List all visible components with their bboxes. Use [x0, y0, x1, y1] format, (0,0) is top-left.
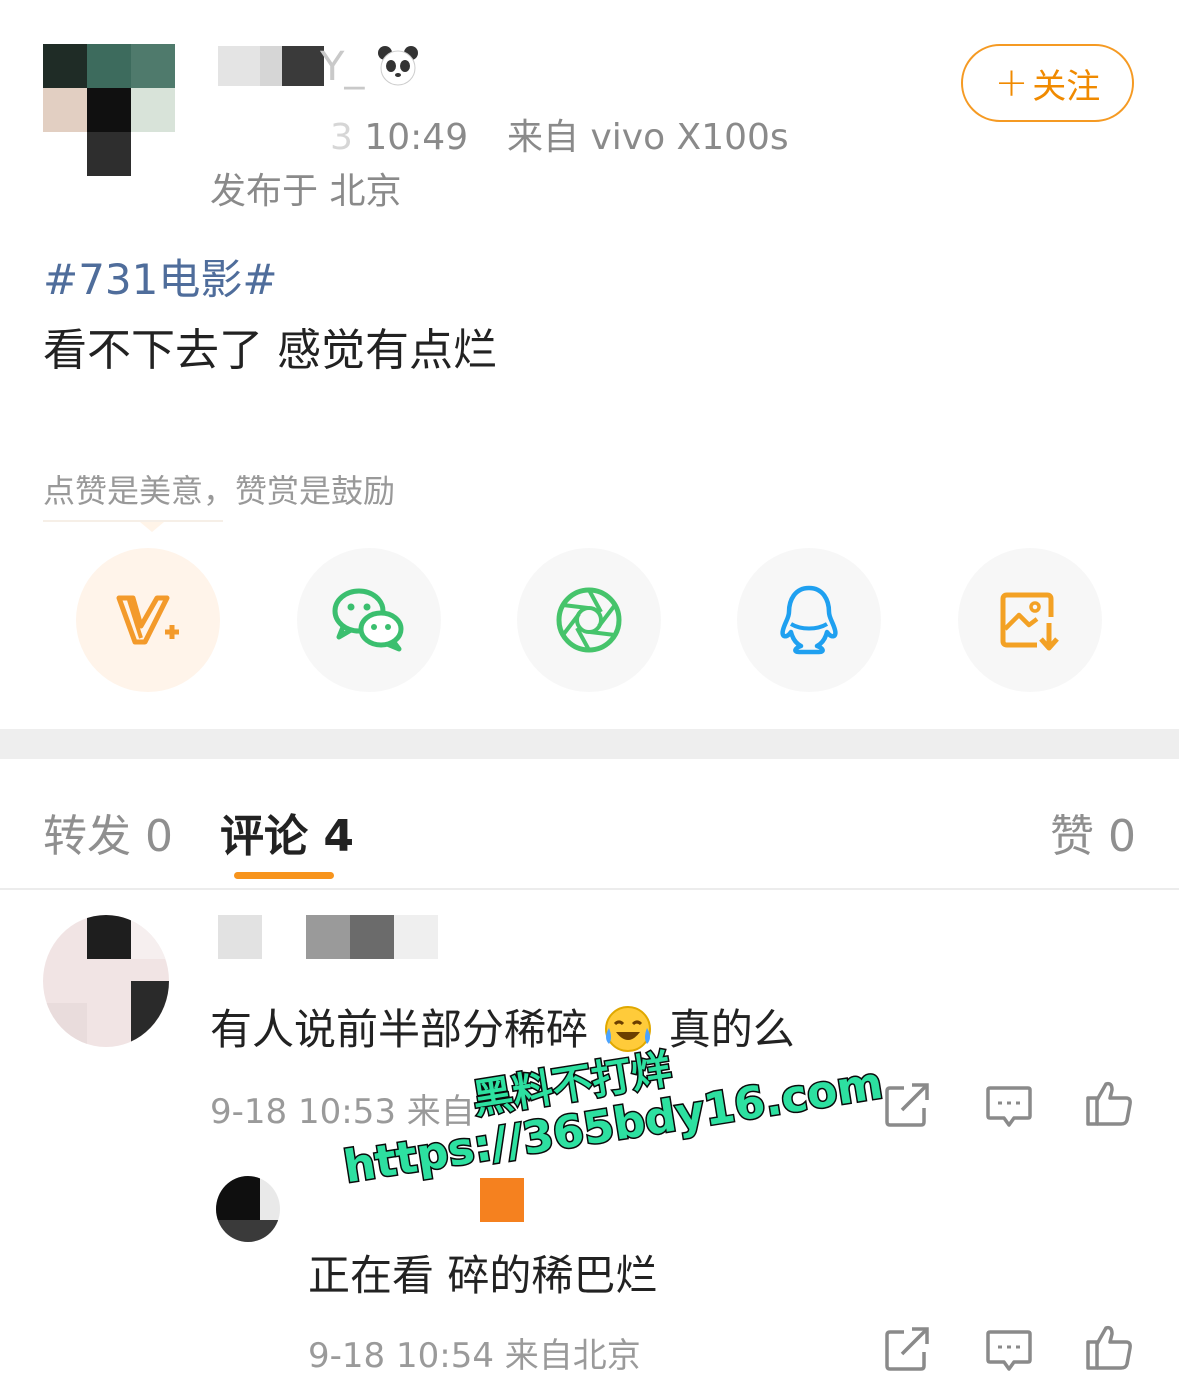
save-image-button[interactable]: [958, 548, 1102, 692]
qq-button[interactable]: [737, 548, 881, 692]
post-time: 3 10:49 来自 vivo X100s: [330, 108, 789, 160]
vplus-button[interactable]: [76, 548, 220, 692]
panda-icon: [376, 44, 420, 88]
tabs-divider: [0, 888, 1179, 890]
share-row: [0, 548, 1179, 698]
like-icon[interactable]: [1084, 1078, 1134, 1128]
tab-comments[interactable]: 评论 4: [220, 800, 354, 864]
reply-text: 正在看 碎的稀巴烂: [308, 1251, 658, 1300]
commenter-avatar[interactable]: [43, 915, 169, 1047]
author-name-suffix: Y_: [320, 44, 365, 90]
reply-like-icon[interactable]: [1084, 1322, 1134, 1372]
follow-label: 关注: [1032, 66, 1101, 107]
laughing-crying-emoji-icon: [601, 1004, 655, 1054]
wechat-icon: [332, 588, 404, 652]
vplus-icon: [116, 595, 179, 645]
interaction-tabs: 转发 0 评论 4 赞 0: [0, 760, 1179, 890]
comment-meta: 9-18 10:53 来自: [210, 1092, 475, 1132]
share-icon[interactable]: [882, 1080, 932, 1130]
commenter-name[interactable]: [218, 915, 438, 965]
comment-text-before: 有人说前半部分稀碎: [210, 1005, 589, 1054]
section-separator: [0, 729, 1179, 759]
post-hashtag[interactable]: #731电影#: [43, 246, 278, 307]
follow-plus: +: [994, 60, 1029, 106]
wechat-button[interactable]: [297, 548, 441, 692]
post-location: 发布于 北京: [210, 171, 402, 212]
post-time-value: 10:49: [364, 117, 469, 158]
reply-comment-icon[interactable]: [984, 1324, 1034, 1374]
save-image-icon: [1000, 592, 1059, 651]
qq-icon: [780, 585, 838, 655]
reply-meta: 9-18 10:54 来自北京: [308, 1336, 641, 1376]
tab-likes[interactable]: 赞 0: [1050, 800, 1136, 864]
follow-button[interactable]: + 关注: [961, 44, 1134, 122]
post-source: 来自 vivo X100s: [507, 117, 789, 158]
moments-button[interactable]: [517, 548, 661, 692]
comment-icon[interactable]: [984, 1080, 1034, 1130]
comment-text: 有人说前半部分稀碎 真的么: [210, 996, 795, 1057]
post-text: 看不下去了 感觉有点烂: [43, 325, 497, 376]
tip-arrow: [140, 522, 164, 532]
reward-tip: 点赞是美意，赞赏是鼓励: [43, 472, 396, 510]
active-tab-indicator: [234, 872, 334, 879]
comment-text-after: 真的么: [668, 1005, 795, 1054]
moments-icon: [556, 587, 622, 653]
tab-repost[interactable]: 转发 0: [43, 800, 173, 864]
author-avatar[interactable]: [43, 44, 175, 176]
author-name[interactable]: Y_: [218, 44, 438, 94]
replier-name[interactable]: [480, 1178, 524, 1222]
post-time-prefix: 3: [330, 117, 353, 158]
replier-avatar[interactable]: [216, 1176, 280, 1242]
tip-divider: [43, 520, 223, 522]
reply-share-icon[interactable]: [882, 1324, 932, 1374]
